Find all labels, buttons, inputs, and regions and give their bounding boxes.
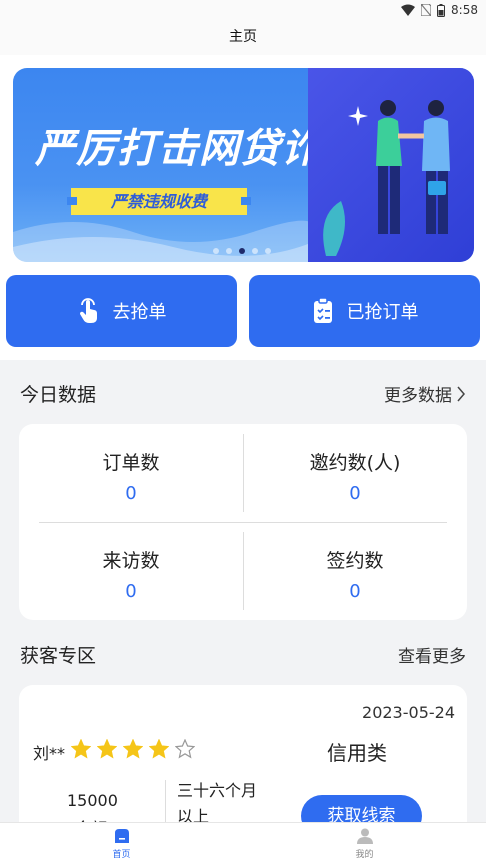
stat-value: 0 [125,581,137,602]
stat-label: 邀约数(人) [309,452,401,474]
stat-signed[interactable]: 签约数 0 [243,546,467,602]
stat-value: 0 [349,483,361,504]
grab-order-label: 去抢单 [112,302,167,323]
tab-mine-label: 我的 [355,850,374,860]
rating-stars [71,739,195,759]
home-icon [114,829,129,843]
lead-amount: 15000 [67,791,118,810]
carousel-dot[interactable] [252,248,258,254]
star-filled-icon [71,739,91,759]
stats-divider-horizontal [39,522,447,523]
tab-home[interactable]: 首页 [0,823,243,864]
today-data-header: 今日数据 更多数据 [20,380,466,407]
stat-orders[interactable]: 订单数 0 [19,448,243,504]
carousel-dot[interactable] [226,248,232,254]
carousel-dot[interactable] [265,248,271,254]
star-empty-icon [175,739,195,759]
page-title: 主页 [0,22,486,55]
grab-order-button[interactable]: 去抢单 [6,275,237,347]
user-icon [356,828,373,844]
stat-value: 0 [125,483,137,504]
view-more-link[interactable]: 查看更多 [398,642,466,667]
grabbed-orders-button[interactable]: 已抢订单 [249,275,480,347]
lead-name: 刘** [33,744,66,763]
customer-lead-card[interactable]: 2023-05-24 刘** 信用类 15000 金额 三十六个月以上 获取线索 [19,685,467,845]
banner-section: 严厉打击网贷诈骗 严禁违规收费 去抢单 已抢订单 [0,55,486,360]
carousel-indicator[interactable] [213,248,271,254]
star-filled-icon [123,739,143,759]
today-data-title: 今日数据 [20,384,97,406]
wifi-icon [401,4,416,16]
tab-mine[interactable]: 我的 [243,823,486,864]
today-stats-card: 订单数 0 邀约数(人) 0 来访数 0 签约数 0 [19,424,467,620]
star-filled-icon [149,739,169,759]
chevron-right-icon [457,386,465,401]
action-buttons: 去抢单 已抢订单 [6,275,480,347]
no-sim-icon [421,4,432,16]
lead-category: 信用类 [327,741,387,765]
battery-icon [437,3,446,17]
stat-label: 签约数 [326,550,384,572]
customers-title: 获客专区 [20,645,97,667]
handshake-illustration [323,100,450,256]
stat-visits[interactable]: 来访数 0 [19,546,243,602]
more-data-link[interactable]: 更多数据 [384,381,466,406]
tap-hand-icon [79,298,97,323]
star-filled-icon [97,739,117,759]
promo-banner[interactable]: 严厉打击网贷诈骗 严禁违规收费 [13,68,474,262]
more-data-label: 更多数据 [384,386,452,406]
lead-date: 2023-05-24 [362,703,455,722]
status-icons: 8:58 [401,3,478,17]
banner-tag: 严禁违规收费 [67,188,251,215]
stat-label: 订单数 [102,452,160,474]
customers-header: 获客专区 查看更多 [20,641,466,668]
bottom-tab-bar: 首页 我的 [0,822,486,864]
carousel-dot[interactable] [213,248,219,254]
stat-label: 来访数 [102,550,160,572]
status-time: 8:58 [451,3,478,17]
carousel-dot-active[interactable] [239,248,245,254]
status-bar: 8:58 [0,0,486,22]
stat-value: 0 [349,581,361,602]
tab-home-label: 首页 [112,850,131,860]
clipboard-icon [313,298,332,323]
grabbed-orders-label: 已抢订单 [346,302,419,323]
stat-invitations[interactable]: 邀约数(人) 0 [243,448,467,504]
